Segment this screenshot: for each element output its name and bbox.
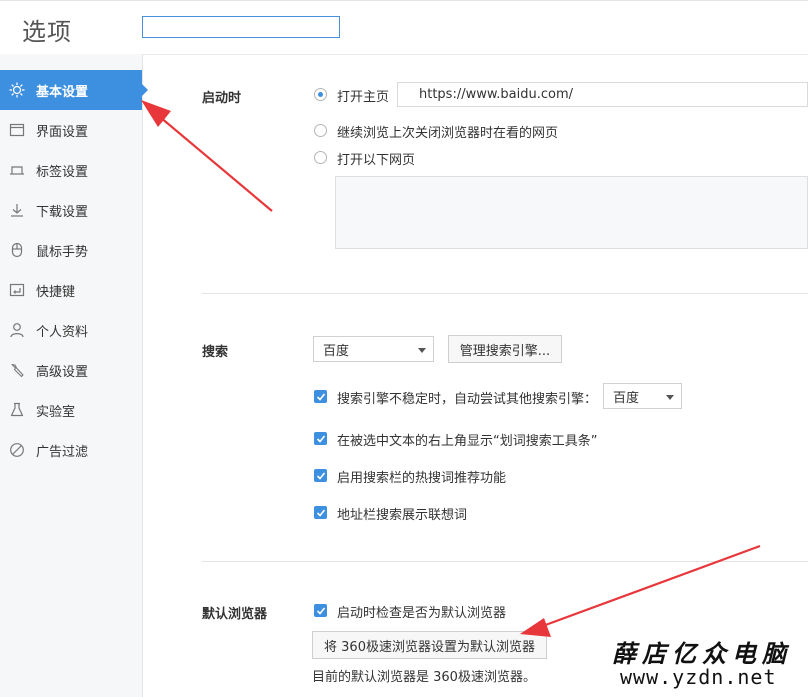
user-icon [8, 321, 26, 339]
radio-open-pages[interactable] [314, 151, 327, 164]
sidebar-item-label: 实验室 [36, 404, 76, 420]
page-title: 选项 [22, 18, 72, 46]
sidebar-item-ad-filter[interactable]: 广告过滤 [0, 430, 142, 470]
check-default-label: 启动时检查是否为默认浏览器 [337, 606, 507, 621]
home-url-value: https://www.baidu.com/ [419, 87, 574, 102]
title-bar: 选项 [0, 0, 808, 55]
startup-section-label: 启动时 [202, 91, 242, 106]
download-icon [8, 201, 26, 219]
sidebar-item-shortcuts[interactable]: 快捷键 [0, 270, 142, 310]
radio-continue-last-label: 继续浏览上次关闭浏览器时在看的网页 [337, 126, 559, 141]
chevron-down-icon [418, 348, 426, 353]
checkbox-address-suggest[interactable] [314, 506, 327, 519]
sidebar-item-download-settings[interactable]: 下载设置 [0, 190, 142, 230]
fallback-engine-label: 搜索引擎不稳定时，自动尝试其他搜索引擎： [337, 392, 598, 407]
radio-open-home[interactable] [314, 88, 327, 101]
set-default-browser-button[interactable]: 将 360极速浏览器设置为默认浏览器 [312, 631, 547, 659]
sidebar-item-interface-settings[interactable]: 界面设置 [0, 110, 142, 150]
search-engine-select[interactable]: 百度 [313, 336, 434, 362]
sidebar-item-label: 广告过滤 [36, 444, 89, 460]
sidebar-item-label: 高级设置 [36, 364, 89, 380]
wrench-icon [8, 361, 26, 379]
flask-icon [8, 401, 26, 419]
annotation-arrow-sidebar [141, 100, 273, 212]
manage-search-engines-button[interactable]: 管理搜索引擎... [448, 335, 562, 363]
home-url-field[interactable]: https://www.baidu.com/ [397, 82, 808, 107]
sidebar-item-profile[interactable]: 个人资料 [0, 310, 142, 350]
sidebar-item-label: 鼠标手势 [36, 244, 89, 260]
sidebar-item-lab[interactable]: 实验室 [0, 390, 142, 430]
fallback-engine-value: 百度 [613, 390, 640, 406]
radio-continue-last[interactable] [314, 124, 327, 137]
section-divider [202, 561, 808, 562]
sidebar: 基本设置 界面设置 标签设置 下载设置 鼠标手势 快捷键 个人资料 高级设置 实… [0, 54, 148, 697]
sidebar-item-label: 标签设置 [36, 164, 89, 180]
sidebar-item-mouse-gestures[interactable]: 鼠标手势 [0, 230, 142, 270]
default-browser-status: 目前的默认浏览器是 360极速浏览器。 [312, 670, 536, 685]
radio-open-home-label: 打开主页 [337, 90, 390, 105]
chevron-down-icon [666, 395, 674, 400]
checkbox-selection-toolbar[interactable] [314, 432, 327, 445]
annotation-arrow-button [520, 544, 761, 637]
sidebar-item-label: 快捷键 [36, 284, 76, 300]
watermark-text: 薛店亿众电脑 [612, 639, 792, 668]
startup-pages-list[interactable] [335, 176, 808, 249]
checkbox-fallback-engine[interactable] [314, 390, 327, 403]
window-icon [8, 121, 26, 139]
block-icon [8, 441, 26, 459]
sidebar-item-label: 基本设置 [36, 84, 89, 100]
gear-icon [8, 81, 26, 99]
sidebar-item-label: 界面设置 [36, 124, 89, 140]
fallback-engine-select[interactable]: 百度 [603, 383, 682, 409]
mouse-icon [8, 241, 26, 259]
top-border [0, 0, 808, 1]
search-engine-value: 百度 [323, 343, 350, 359]
sidebar-item-basic-settings[interactable]: 基本设置 [0, 70, 148, 110]
sidebar-item-tab-settings[interactable]: 标签设置 [0, 150, 142, 190]
section-divider [202, 293, 808, 294]
search-input[interactable] [142, 16, 340, 38]
sidebar-item-label: 下载设置 [36, 204, 89, 220]
sidebar-item-advanced-settings[interactable]: 高级设置 [0, 350, 142, 390]
checkbox-check-default[interactable] [314, 604, 327, 617]
keyboard-icon [8, 281, 26, 299]
watermark-url: www.yzdn.net [620, 665, 777, 689]
address-suggest-label: 地址栏搜索展示联想词 [337, 508, 468, 523]
radio-open-pages-label: 打开以下网页 [337, 153, 416, 168]
sidebar-item-label: 个人资料 [36, 324, 89, 340]
hot-words-label: 启用搜索栏的热搜词推荐功能 [337, 471, 507, 486]
selection-toolbar-label: 在被选中文本的右上角显示“划词搜索工具条” [337, 434, 598, 449]
checkbox-hot-words[interactable] [314, 469, 327, 482]
default-browser-section-label: 默认浏览器 [202, 607, 268, 622]
tab-icon [8, 161, 26, 179]
search-section-label: 搜索 [202, 345, 229, 360]
